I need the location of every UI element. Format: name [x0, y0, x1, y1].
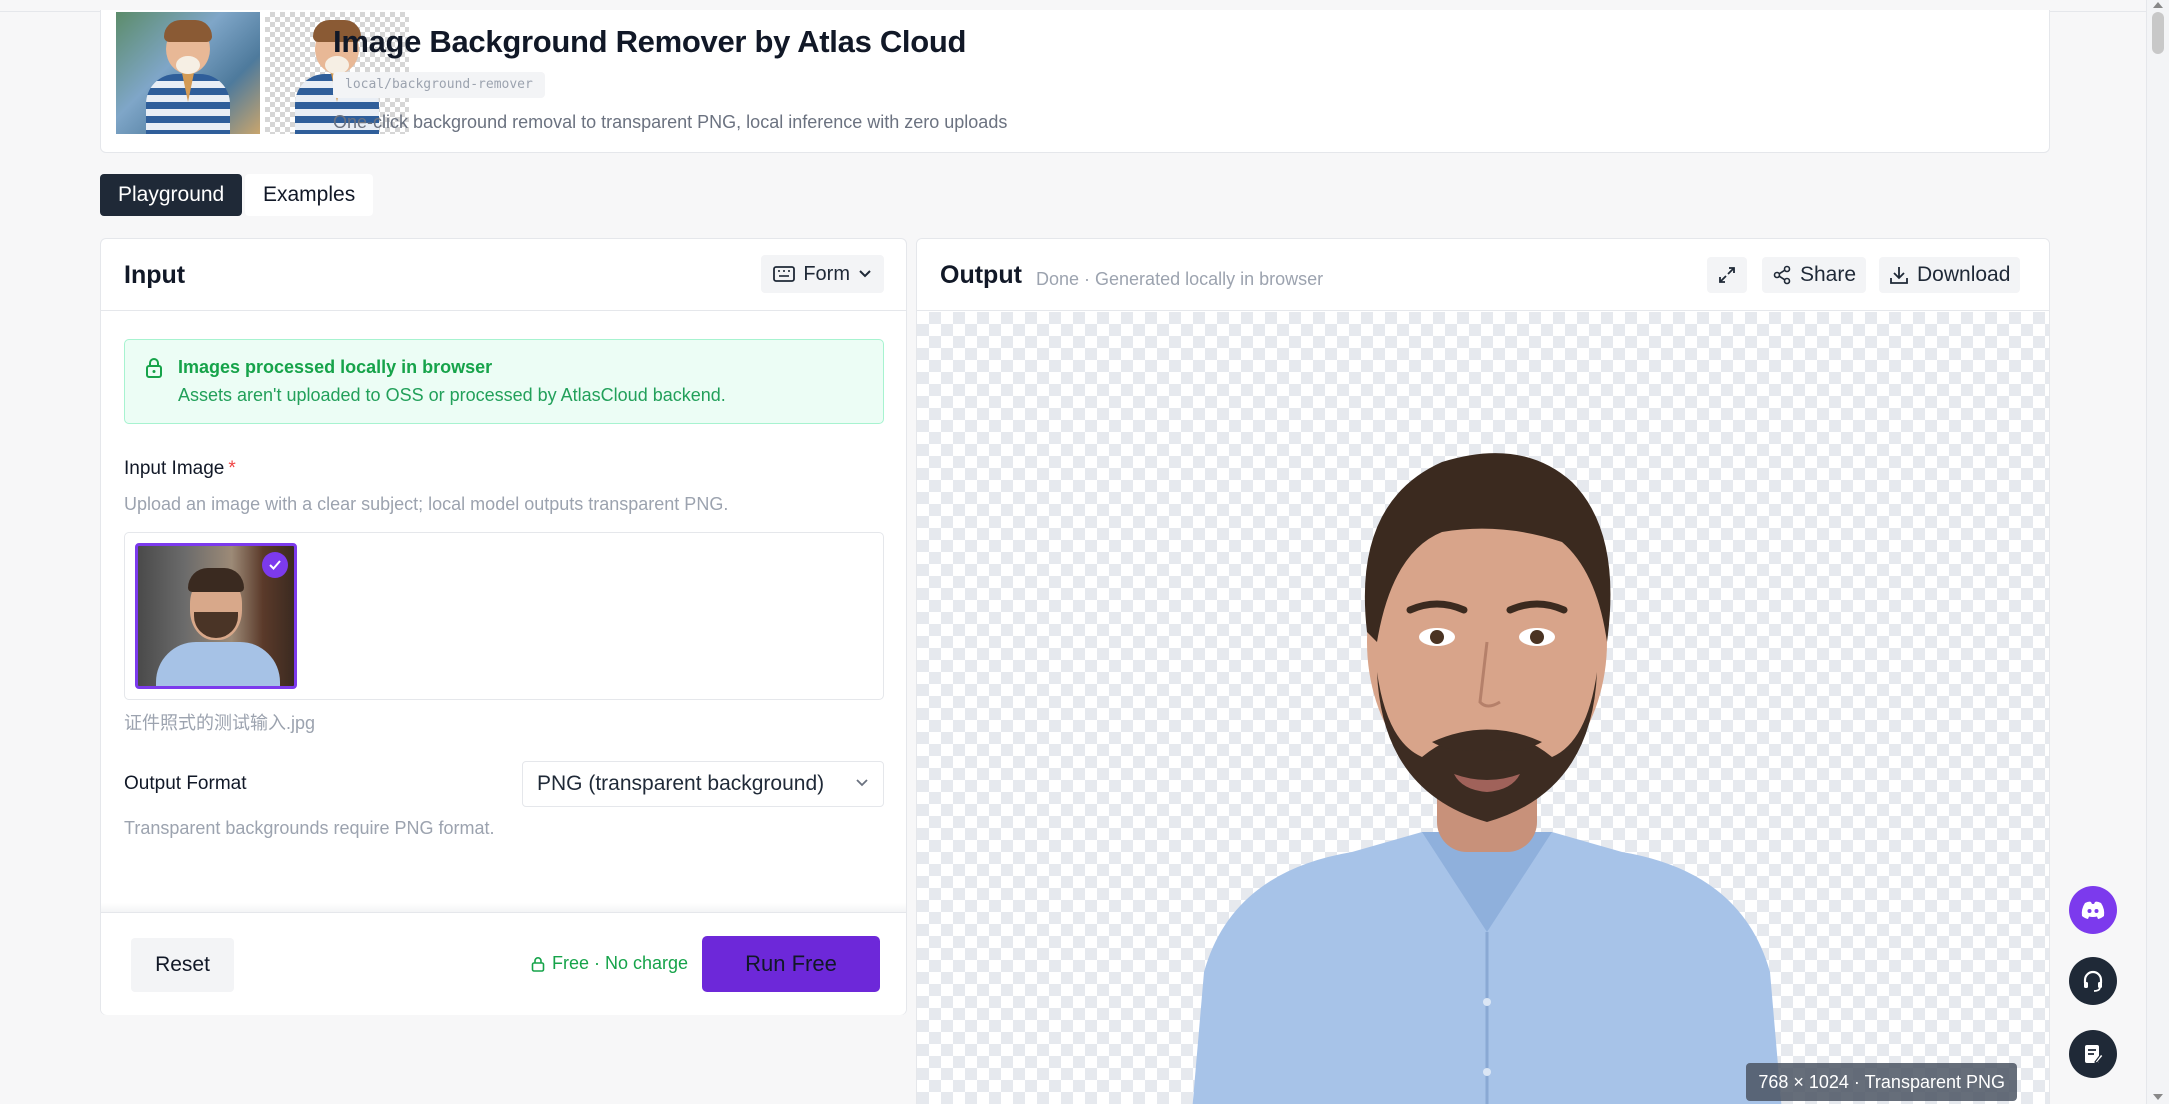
output-format-label: Output Format [124, 773, 247, 794]
input-panel-header: Input Form [101, 239, 906, 311]
check-icon [269, 560, 281, 570]
output-format-select[interactable]: PNG (transparent background) [522, 761, 884, 807]
output-format-hint: Transparent backgrounds require PNG form… [124, 818, 495, 838]
example-original-thumbnail [116, 12, 260, 134]
form-mode-label: Form [803, 262, 850, 285]
feedback-button[interactable] [2069, 1030, 2117, 1078]
input-panel: Input Form Images processed locally in b… [100, 238, 907, 1015]
input-image-label: Input Image * [124, 458, 236, 480]
free-label: Free · No charge [552, 953, 689, 973]
page-description: One-click background removal to transpar… [333, 112, 1008, 132]
discord-button[interactable] [2069, 886, 2117, 934]
tab-examples[interactable]: Examples [245, 174, 374, 216]
selected-image-thumbnail[interactable] [135, 543, 297, 689]
output-image-canvas: 768 × 1024 · Transparent PNG [917, 312, 2049, 1104]
notes-icon [2085, 1045, 2104, 1064]
chevron-down-icon [859, 270, 871, 278]
share-label: Share [1800, 263, 1857, 286]
share-button[interactable]: Share [1762, 257, 1867, 293]
input-file-name: 证件照式的测试输入.jpg [124, 713, 316, 733]
required-mark: * [228, 458, 236, 479]
output-panel-header: Output Done · Generated locally in brows… [917, 239, 2049, 311]
output-panel-title: Output [940, 261, 1022, 289]
run-button[interactable]: Run Free [702, 936, 880, 992]
download-icon [1890, 267, 1908, 284]
scroll-down-arrow[interactable] [2153, 1094, 2163, 1100]
resolution-badge: 768 × 1024 · Transparent PNG [1746, 1063, 2017, 1101]
fullscreen-button[interactable] [1707, 257, 1747, 293]
scroll-thumb[interactable] [2152, 12, 2164, 54]
download-button[interactable]: Download [1879, 257, 2021, 293]
discord-icon [2081, 901, 2105, 919]
page-title: Image Background Remover by Atlas Cloud [333, 24, 967, 59]
output-format-value: PNG (transparent background) [537, 772, 825, 795]
footer-divider [101, 903, 906, 912]
support-button[interactable] [2069, 957, 2117, 1005]
lock-icon [146, 358, 162, 378]
expand-icon [1719, 267, 1735, 283]
input-panel-title: Input [124, 261, 186, 289]
free-badge: Free · No charge [530, 953, 688, 974]
output-status: Done · Generated locally in browser [1036, 269, 1324, 289]
tab-playground[interactable]: Playground [100, 174, 243, 216]
input-image-hint: Upload an image with a clear subject; lo… [124, 494, 729, 514]
output-result-image [1192, 453, 1782, 1104]
share-icon [1773, 265, 1791, 285]
headset-icon [2083, 970, 2103, 992]
selected-check-badge [262, 552, 288, 578]
form-mode-dropdown[interactable]: Form [761, 255, 884, 293]
page-scrollbar[interactable] [2146, 0, 2169, 1104]
image-upload-area[interactable] [124, 532, 884, 700]
local-processing-notice: Images processed locally in browser Asse… [124, 339, 884, 424]
lock-icon [531, 956, 545, 972]
output-panel: Output Done · Generated locally in brows… [916, 238, 2050, 1104]
notice-text: Assets aren't uploaded to OSS or process… [178, 385, 726, 405]
model-id-chip: local/background-remover [333, 72, 545, 98]
chevron-down-icon [856, 779, 868, 787]
download-label: Download [1917, 263, 2011, 286]
input-panel-footer: Reset Free · No charge Run Free [101, 912, 906, 1015]
input-image-label-text: Input Image [124, 458, 225, 479]
reset-button[interactable]: Reset [131, 938, 234, 992]
notice-title: Images processed locally in browser [178, 357, 493, 377]
scroll-up-arrow[interactable] [2153, 2, 2163, 8]
keyboard-icon [773, 266, 796, 282]
